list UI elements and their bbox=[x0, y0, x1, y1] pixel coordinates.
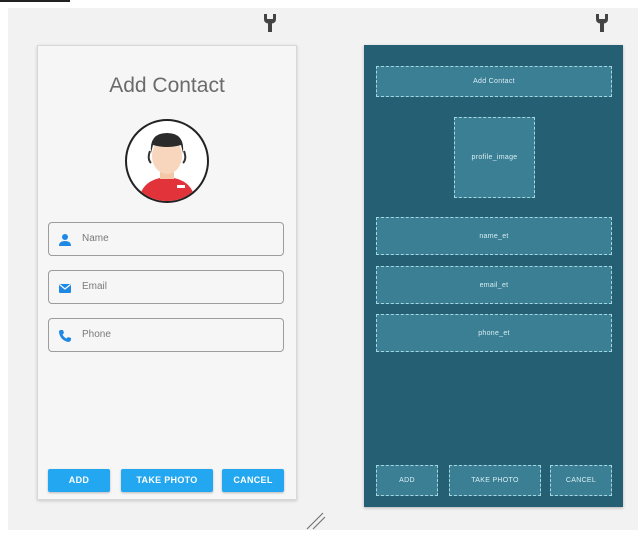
blueprint-email-field[interactable]: email_et bbox=[376, 266, 612, 304]
top-divider bbox=[0, 0, 70, 2]
person-icon bbox=[58, 233, 72, 247]
blueprint-preview[interactable]: Add Contact profile_image name_et email_… bbox=[364, 45, 623, 507]
wrench-icon[interactable] bbox=[263, 13, 277, 33]
cancel-button[interactable]: CANCEL bbox=[222, 469, 284, 492]
profile-image[interactable] bbox=[125, 119, 209, 203]
blueprint-name-field[interactable]: name_et bbox=[376, 217, 612, 255]
resize-handle-icon[interactable] bbox=[303, 508, 327, 530]
name-field-label: Name bbox=[82, 233, 109, 244]
take-photo-button[interactable]: TAKE PHOTO bbox=[121, 469, 213, 492]
wrench-icon[interactable] bbox=[595, 13, 609, 33]
blueprint-take-photo-button[interactable]: TAKE PHOTO bbox=[449, 465, 541, 496]
email-field[interactable]: Email bbox=[48, 270, 284, 304]
design-preview[interactable]: Add Contact Name Email Phone ADD TAKE PH… bbox=[37, 45, 297, 500]
phone-field-label: Phone bbox=[82, 329, 111, 340]
blueprint-phone-field[interactable]: phone_et bbox=[376, 314, 612, 352]
page-title: Add Contact bbox=[109, 74, 225, 97]
mail-icon bbox=[58, 281, 72, 295]
blueprint-add-button[interactable]: ADD bbox=[376, 465, 438, 496]
blueprint-profile-image[interactable]: profile_image bbox=[454, 117, 535, 198]
phone-icon bbox=[58, 329, 72, 343]
phone-field[interactable]: Phone bbox=[48, 318, 284, 352]
add-button[interactable]: ADD bbox=[48, 469, 110, 492]
email-field-label: Email bbox=[82, 281, 108, 292]
blueprint-cancel-button[interactable]: CANCEL bbox=[550, 465, 612, 496]
blueprint-title[interactable]: Add Contact bbox=[376, 66, 612, 97]
name-field[interactable]: Name bbox=[48, 222, 284, 256]
